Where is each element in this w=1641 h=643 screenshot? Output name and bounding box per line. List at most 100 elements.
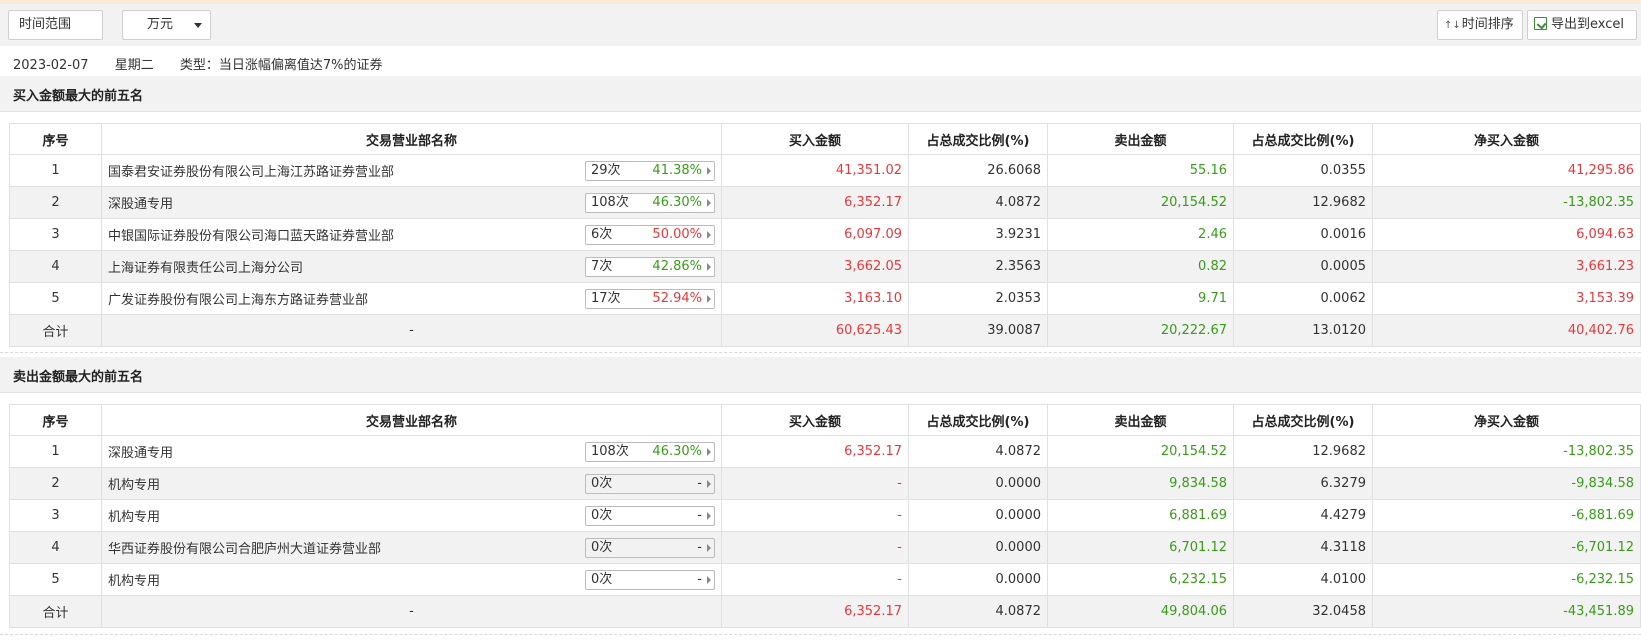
sell-ratio: 4.4279 — [1233, 499, 1373, 532]
buy-ratio: 0.0000 — [908, 531, 1048, 564]
export-excel-button[interactable]: 导出到excel — [1527, 10, 1637, 40]
triangle-right-icon — [707, 480, 711, 488]
net-amount: 41,295.86 — [1372, 154, 1641, 187]
row-no: 3 — [9, 499, 102, 532]
branch-name[interactable]: 华西证券股份有限公司合肥庐州大道证券营业部 — [108, 542, 381, 557]
branch-win-rate: - — [697, 572, 702, 587]
branch-stats-pill[interactable]: 17次 52.94% — [585, 289, 715, 309]
buy-section-title: 买入金额最大的前五名 — [13, 89, 144, 104]
row-no: 4 — [9, 531, 102, 564]
total-buy-ratio: 39.0087 — [908, 314, 1048, 347]
sell-ratio: 4.3118 — [1233, 531, 1373, 564]
buy-ratio: 4.0872 — [908, 435, 1048, 468]
total-buy-ratio: 4.0872 — [908, 595, 1048, 628]
total-buy: 60,625.43 — [721, 314, 909, 347]
branch-stats-pill[interactable]: 108次 46.30% — [585, 442, 715, 462]
total-sell-ratio: 32.0458 — [1233, 595, 1373, 628]
col-header-buy: 买入金额 — [721, 123, 909, 155]
branch-count: 29次 — [591, 163, 621, 178]
unit-select[interactable]: 万元 — [122, 10, 211, 40]
branch-name[interactable]: 中银国际证券股份有限公司海口蓝天路证券营业部 — [108, 229, 394, 244]
trade-weekday: 星期二 — [114, 58, 154, 73]
branch-count: 6次 — [591, 227, 613, 242]
total-row: 合计 - 60,625.43 39.0087 20,222.67 13.0120… — [9, 314, 1641, 347]
row-no: 1 — [9, 154, 102, 187]
sort-icon: ↑↓ — [1444, 20, 1461, 31]
net-amount: 3,153.39 — [1372, 282, 1641, 315]
branch-count: 7次 — [591, 259, 613, 274]
col-header-no: 序号 — [9, 123, 102, 155]
branch-count: 108次 — [591, 195, 629, 210]
branch-stats-pill[interactable]: 7次 42.86% — [585, 257, 715, 277]
time-range-button[interactable]: 时间范围 — [8, 10, 103, 40]
table-row: 1 国泰君安证券股份有限公司上海江苏路证券营业部 29次 41.38% 41,35… — [9, 154, 1641, 187]
net-amount: -13,802.35 — [1372, 435, 1641, 468]
buy-amount: 6,352.17 — [721, 435, 909, 468]
sell-ratio: 0.0062 — [1233, 282, 1373, 315]
trade-date: 2023-02-07 — [13, 58, 89, 73]
branch-stats-pill[interactable]: 0次 - — [585, 570, 715, 590]
sell-section-header: 卖出金额最大的前五名 — [0, 357, 1641, 393]
branch-count: 17次 — [591, 291, 621, 306]
table-row: 3 中银国际证券股份有限公司海口蓝天路证券营业部 6次 50.00% 6,097.… — [9, 218, 1641, 251]
sell-amount: 6,701.12 — [1047, 531, 1234, 564]
branch-count: 0次 — [591, 508, 613, 523]
branch-stats-pill[interactable]: 108次 46.30% — [585, 193, 715, 213]
sell-ratio: 0.0355 — [1233, 154, 1373, 187]
time-range-label: 时间范围 — [19, 17, 72, 32]
branch-name[interactable]: 国泰君安证券股份有限公司上海江苏路证券营业部 — [108, 165, 394, 180]
branch-name[interactable]: 机构专用 — [108, 574, 160, 589]
branch-stats-pill[interactable]: 0次 - — [585, 506, 715, 526]
branch-name[interactable]: 广发证券股份有限公司上海东方路证券营业部 — [108, 293, 368, 308]
buy-amount: 41,351.02 — [721, 154, 909, 187]
branch-stats-pill[interactable]: 6次 50.00% — [585, 225, 715, 245]
export-excel-label: 导出到excel — [1551, 17, 1624, 32]
sell-ratio: 6.3279 — [1233, 467, 1373, 500]
sell-amount: 6,232.15 — [1047, 563, 1234, 596]
time-sort-button[interactable]: ↑↓时间排序 — [1437, 10, 1523, 40]
sell-amount: 20,154.52 — [1047, 435, 1234, 468]
table-header-row: 序号 交易营业部名称 买入金额 占总成交比例(%) 卖出金额 占总成交比例(%)… — [9, 404, 1641, 436]
branch-name[interactable]: 深股通专用 — [108, 197, 173, 212]
sell-amount: 9,834.58 — [1047, 467, 1234, 500]
branch-name[interactable]: 机构专用 — [108, 478, 160, 493]
table-row: 3 机构专用 0次 - - 0.0000 6,881.69 4.4279 -6,8… — [9, 499, 1641, 532]
col-header-buy-ratio: 占总成交比例(%) — [908, 404, 1048, 436]
col-header-sell: 卖出金额 — [1047, 123, 1234, 155]
branch-name[interactable]: 上海证券有限责任公司上海分公司 — [108, 261, 303, 276]
total-label: 合计 — [9, 314, 102, 347]
caret-down-icon — [194, 23, 202, 28]
col-header-sell: 卖出金额 — [1047, 404, 1234, 436]
buy-amount: - — [721, 531, 909, 564]
col-header-no: 序号 — [9, 404, 102, 436]
branch-win-rate: 46.30% — [652, 444, 702, 459]
trade-type: 类型：当日涨幅偏离值达7%的证券 — [179, 58, 383, 73]
branch-name[interactable]: 机构专用 — [108, 510, 160, 525]
branch-cell: 中银国际证券股份有限公司海口蓝天路证券营业部 6次 50.00% — [101, 218, 722, 251]
branch-cell: 广发证券股份有限公司上海东方路证券营业部 17次 52.94% — [101, 282, 722, 315]
branch-win-rate: - — [697, 540, 702, 555]
total-sell-ratio: 13.0120 — [1233, 314, 1373, 347]
triangle-right-icon — [707, 295, 711, 303]
buy-amount: 6,352.17 — [721, 186, 909, 219]
branch-count: 0次 — [591, 476, 613, 491]
buy-amount: - — [721, 499, 909, 532]
triangle-right-icon — [707, 544, 711, 552]
branch-cell: 上海证券有限责任公司上海分公司 7次 42.86% — [101, 250, 722, 283]
branch-stats-pill[interactable]: 0次 - — [585, 538, 715, 558]
buy-ratio: 2.3563 — [908, 250, 1048, 283]
buy-ratio: 0.0000 — [908, 499, 1048, 532]
branch-stats-pill[interactable]: 29次 41.38% — [585, 161, 715, 181]
total-row: 合计 - 6,352.17 4.0872 49,804.06 32.0458 -… — [9, 595, 1641, 628]
excel-icon — [1534, 17, 1547, 30]
branch-cell: 深股通专用 108次 46.30% — [101, 435, 722, 468]
branch-name[interactable]: 深股通专用 — [108, 446, 173, 461]
row-no: 4 — [9, 250, 102, 283]
table-header-row: 序号 交易营业部名称 买入金额 占总成交比例(%) 卖出金额 占总成交比例(%)… — [9, 123, 1641, 155]
branch-cell: 华西证券股份有限公司合肥庐州大道证券营业部 0次 - — [101, 531, 722, 564]
triangle-right-icon — [707, 512, 711, 520]
total-buy: 6,352.17 — [721, 595, 909, 628]
buy-ratio: 3.9231 — [908, 218, 1048, 251]
table-row: 2 机构专用 0次 - - 0.0000 9,834.58 6.3279 -9,8… — [9, 467, 1641, 500]
branch-stats-pill[interactable]: 0次 - — [585, 474, 715, 494]
